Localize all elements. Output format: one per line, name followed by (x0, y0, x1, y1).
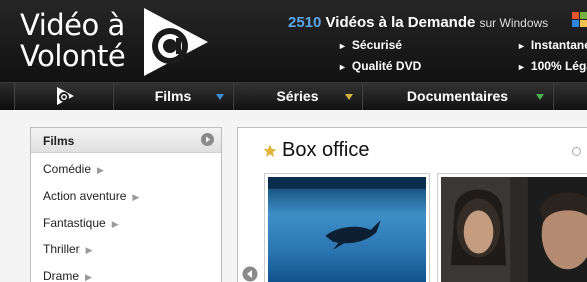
bullet-arrow-icon: ► (338, 62, 347, 72)
logo-line-2: Volonté (20, 39, 126, 73)
nav-films[interactable]: Films (113, 83, 232, 110)
video-count: 2510 (288, 14, 322, 31)
sidebar-item-label: Thriller (43, 242, 80, 256)
chevron-right-icon: ▶ (111, 219, 119, 229)
site-header: Vidéo à Volonté 2510 Vidéos à la Demande… (0, 0, 587, 82)
nav-films-label: Films (154, 88, 192, 104)
tagline-text: Vidéos à la Demande (321, 14, 480, 31)
feature-instant: ► Instantané (517, 38, 587, 52)
panel-title: Box office (282, 139, 370, 161)
nav-home[interactable] (14, 83, 112, 110)
nav-series-label: Séries (276, 88, 319, 104)
circle-arrow-icon[interactable] (201, 133, 214, 146)
star-icon (263, 144, 277, 157)
sidebar-item-comedie[interactable]: Comédie ▶ (43, 162, 104, 176)
main-nav: Films Séries Documentaires (0, 82, 587, 110)
chevron-right-icon: ▶ (85, 272, 92, 282)
nav-more[interactable] (553, 83, 587, 110)
feature-secure: ► Sécurisé (338, 38, 402, 52)
nav-documentaires-label: Documentaires (406, 88, 509, 104)
feature-label: Qualité DVD (351, 59, 422, 73)
sidebar-item-label: Drame (43, 269, 80, 282)
sidebar-item-drame[interactable]: Drame ▶ (43, 269, 92, 282)
bullet-arrow-icon: ► (517, 62, 526, 72)
dropdown-arrow-icon (536, 94, 544, 100)
logo-at-icon[interactable] (138, 6, 210, 78)
site-tagline: 2510 Vidéos à la Demande sur Windows (288, 14, 548, 31)
feature-label: Instantané (530, 38, 587, 52)
home-logo-icon (57, 87, 74, 105)
dropdown-arrow-icon (345, 94, 353, 100)
chevron-right-icon: ▶ (97, 165, 104, 175)
nav-documentaires[interactable]: Documentaires (362, 83, 552, 110)
carousel-indicator-dot[interactable] (572, 147, 581, 156)
box-office-panel: Box office (237, 127, 587, 282)
windows-logo-icon (572, 12, 587, 27)
category-sidebar: Films Comédie ▶ Action aventure ▶ Fantasti… (30, 127, 222, 282)
chevron-right-icon: ▶ (132, 192, 140, 202)
nav-series[interactable]: Séries (233, 83, 361, 110)
feature-dvd-quality: ► Qualité DVD (338, 59, 421, 73)
sidebar-title: Films (43, 134, 75, 148)
sidebar-header[interactable]: Films (31, 128, 221, 153)
feature-label: 100% Légal (530, 59, 587, 73)
tagline-suffix: sur Windows (479, 16, 549, 30)
chevron-right-icon: ▶ (85, 245, 93, 255)
sidebar-item-fantastique[interactable]: Fantastique ▶ (43, 216, 119, 230)
feature-legal: ► 100% Légal (517, 59, 587, 73)
drama-poster-image (441, 177, 587, 282)
sidebar-item-label: Action aventure (43, 189, 127, 203)
bullet-arrow-icon: ► (338, 41, 347, 51)
whale-poster-image (268, 177, 426, 282)
site-logo-text[interactable]: Vidéo à Volonté (20, 8, 126, 73)
logo-line-1: Vidéo à (20, 8, 125, 42)
dropdown-arrow-icon (216, 94, 224, 100)
sidebar-item-action-aventure[interactable]: Action aventure ▶ (43, 189, 139, 203)
sidebar-item-label: Fantastique (43, 216, 106, 230)
feature-label: Sécurisé (351, 38, 402, 52)
carousel-prev-button[interactable] (242, 266, 258, 282)
sidebar-item-thriller[interactable]: Thriller ▶ (43, 242, 93, 256)
movie-poster-thumbnail[interactable] (264, 173, 430, 282)
movie-poster-thumbnail[interactable] (437, 173, 587, 282)
bullet-arrow-icon: ► (517, 41, 526, 51)
sidebar-item-label: Comédie (43, 162, 92, 176)
